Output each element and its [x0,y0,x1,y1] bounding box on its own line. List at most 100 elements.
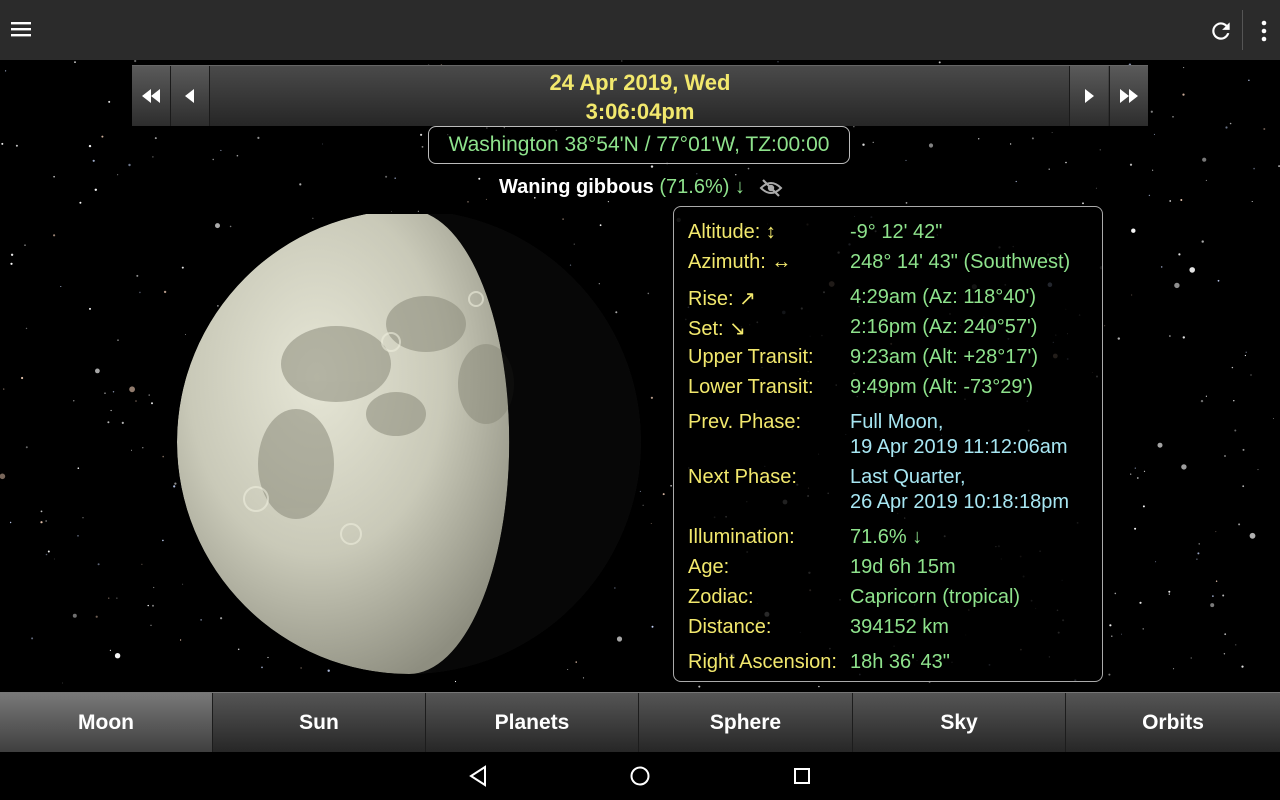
star [53,234,56,237]
info-label: Age: [688,556,730,578]
star [129,386,136,393]
star [647,292,650,295]
star [88,144,92,148]
star [107,421,110,424]
more-vert-icon[interactable] [1252,18,1276,44]
star [1095,187,1097,189]
visibility-off-icon[interactable] [759,178,783,198]
tab-sun[interactable]: Sun [213,693,426,753]
fast-forward-icon [1120,89,1138,103]
location-selector[interactable]: Washington 38°54'N / 77°01'W, TZ:00:00 [428,126,850,164]
date-text[interactable]: 24 Apr 2019, Wed [212,70,1068,96]
star [1139,601,1142,604]
star [1142,505,1145,508]
back-icon[interactable] [467,764,491,788]
moon-image [177,214,641,674]
star [79,201,82,204]
star [621,60,623,62]
star [905,159,907,161]
star [141,563,143,565]
star [905,202,908,204]
refresh-icon[interactable] [1208,18,1234,44]
star [467,201,469,203]
info-value: 9:23am (Alt: +28°17') [850,346,1039,368]
info-value: Last Quarter, [850,466,966,488]
star [95,368,100,374]
star [150,624,152,626]
star [112,391,115,393]
star [978,138,980,140]
star [1168,590,1171,593]
time-text[interactable]: 3:06:04pm [212,99,1068,125]
star [136,274,139,277]
star [391,211,392,213]
star [1131,294,1133,296]
next-icon [1085,89,1094,103]
star [1263,128,1266,130]
info-value: 71.6% ↓ [850,526,923,548]
star [1233,400,1235,402]
star [853,126,855,128]
star [77,467,80,470]
star [1121,633,1122,635]
star [1031,137,1034,140]
star [162,455,164,458]
info-value-secondary: 26 Apr 2019 10:18:18pm [850,491,1070,513]
info-label: Zodiac: [688,586,754,608]
star [147,604,149,607]
star [154,137,157,140]
app-bar [0,0,1280,61]
home-icon[interactable] [628,764,652,788]
star [1215,531,1217,533]
info-label: Lower Transit: [688,376,814,398]
star [9,521,12,524]
star [53,175,55,178]
star [257,136,260,139]
star [1111,635,1113,637]
star [139,291,141,294]
star [1244,354,1246,357]
star [148,394,150,396]
fast-forward-button[interactable] [1109,66,1148,126]
tab-moon[interactable]: Moon [0,693,213,753]
previous-button[interactable] [171,66,210,126]
tab-sphere[interactable]: Sphere [639,693,853,753]
star [1178,253,1181,256]
star [1169,200,1172,202]
info-label: Right Ascension: [688,651,837,673]
next-button[interactable] [1069,66,1108,126]
star [747,167,750,170]
star [131,449,132,451]
info-label: Illumination: [688,526,795,548]
star [1143,470,1146,472]
star [15,144,18,147]
info-label: Distance: [688,616,772,638]
fast-rewind-button[interactable] [132,66,171,126]
star [1201,240,1204,243]
star [104,392,106,394]
star [1155,561,1157,563]
recents-icon[interactable] [790,764,814,788]
star [1251,201,1253,202]
tab-planets[interactable]: Planets [426,693,639,753]
star [1117,337,1121,340]
star [862,143,865,146]
date-navigation-bar: 24 Apr 2019, Wed 3:06:04pm [132,65,1148,126]
star [1130,473,1132,475]
tab-sky[interactable]: Sky [853,693,1066,753]
info-value: 18h 36' 43" [850,651,950,673]
star [10,253,14,256]
star [1114,592,1117,595]
star [670,485,672,487]
star [25,446,28,449]
star [1212,595,1214,597]
star [1108,673,1111,676]
tab-orbits[interactable]: Orbits [1066,693,1280,753]
star [24,244,26,246]
star [47,550,50,553]
star [1257,469,1259,471]
star [1182,93,1185,96]
hamburger-menu-icon[interactable] [10,18,32,40]
star [1210,603,1215,608]
star [1249,532,1256,539]
